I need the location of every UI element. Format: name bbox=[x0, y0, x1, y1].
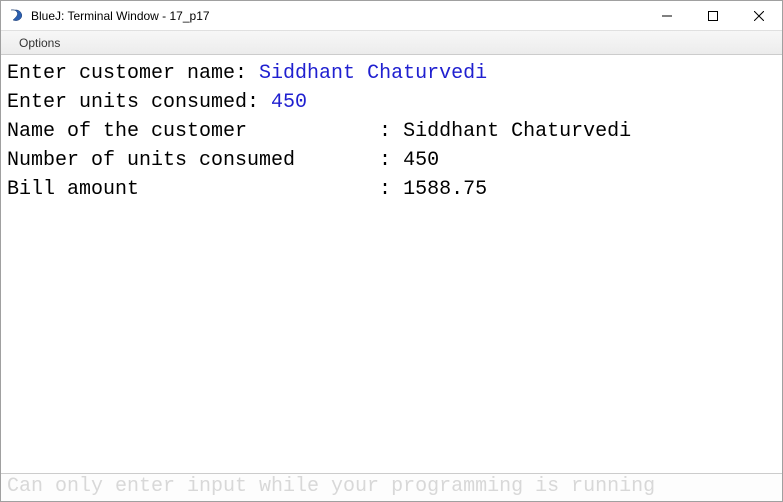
titlebar: BlueJ: Terminal Window - 17_p17 bbox=[1, 1, 782, 31]
window-title: BlueJ: Terminal Window - 17_p17 bbox=[31, 9, 644, 23]
close-button[interactable] bbox=[736, 1, 782, 30]
status-message: Can only enter input while your programm… bbox=[7, 475, 655, 498]
prompt-text: Enter units consumed: bbox=[7, 91, 271, 114]
user-input-units: 450 bbox=[271, 91, 307, 114]
minimize-button[interactable] bbox=[644, 1, 690, 30]
prompt-text: Enter customer name: bbox=[7, 62, 259, 85]
menu-options[interactable]: Options bbox=[11, 34, 68, 52]
window-controls bbox=[644, 1, 782, 30]
output-line: Bill amount : 1588.75 bbox=[7, 178, 487, 201]
terminal-output[interactable]: Enter customer name: Siddhant Chaturvedi… bbox=[1, 55, 782, 473]
output-line: Name of the customer : Siddhant Chaturve… bbox=[7, 120, 631, 143]
statusbar: Can only enter input while your programm… bbox=[1, 473, 782, 501]
output-line: Number of units consumed : 450 bbox=[7, 149, 439, 172]
bluej-icon bbox=[9, 8, 25, 24]
menubar: Options bbox=[1, 31, 782, 55]
user-input-name: Siddhant Chaturvedi bbox=[259, 62, 487, 85]
maximize-button[interactable] bbox=[690, 1, 736, 30]
